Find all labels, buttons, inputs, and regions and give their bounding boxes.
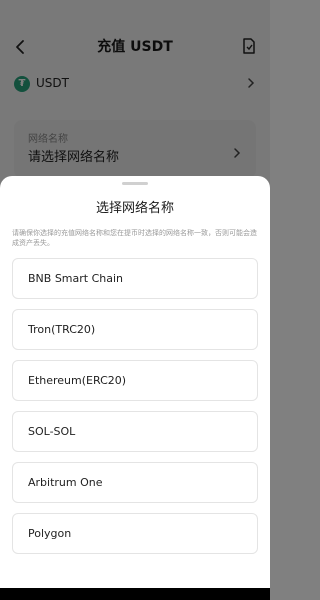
network-warning-text: 请确保你选择的充值网络名称和您在提币时选择的网络名称一致，否则可能会造成资产丢失… <box>12 229 257 247</box>
network-option-bnb-smart-chain[interactable]: BNB Smart Chain <box>12 258 258 299</box>
network-option-label: Polygon <box>28 527 72 540</box>
system-navigation-bar <box>0 588 270 600</box>
network-option-polygon[interactable]: Polygon <box>12 513 258 554</box>
network-option-tron-trc20[interactable]: Tron(TRC20) <box>12 309 258 350</box>
sheet-title: 选择网络名称 <box>95 201 174 216</box>
network-option-ethereum-erc20[interactable]: Ethereum(ERC20) <box>12 360 258 401</box>
network-option-label: Arbitrum One <box>28 476 103 489</box>
network-option-label: BNB Smart Chain <box>28 272 124 285</box>
network-option-sol-sol[interactable]: SOL-SOL <box>12 411 258 452</box>
network-option-label: Ethereum(ERC20) <box>28 374 127 387</box>
network-picker-sheet: 选择网络名称 请确保你选择的充值网络名称和您在提币时选择的网络名称一致，否则可能… <box>0 176 270 588</box>
network-option-label: Tron(TRC20) <box>28 323 96 336</box>
network-option-arbitrum-one[interactable]: Arbitrum One <box>12 462 258 503</box>
network-option-label: SOL-SOL <box>28 425 76 438</box>
drag-handle[interactable] <box>122 182 148 185</box>
